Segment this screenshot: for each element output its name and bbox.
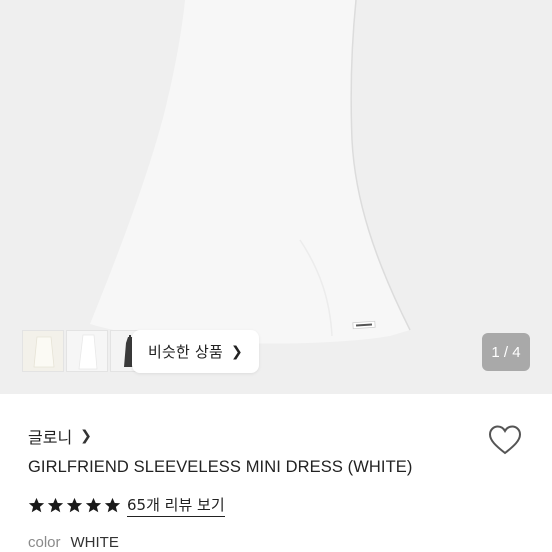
color-value: WHITE [70, 534, 119, 551]
color-row: color WHITE [28, 534, 119, 551]
product-title: GIRLFRIEND SLEEVELESS MINI DRESS (WHITE) [28, 458, 413, 476]
similar-products-button[interactable]: 비슷한 상품 ❯ [132, 330, 259, 373]
star-rating [28, 497, 121, 514]
color-label: color [28, 534, 61, 551]
chevron-right-icon: ❯ [231, 343, 243, 360]
star-icon [85, 497, 102, 513]
heart-icon[interactable] [488, 424, 522, 456]
rating-row: 65개 리뷰 보기 [28, 494, 225, 517]
image-pager: 1 / 4 [482, 333, 530, 371]
brand-name: 글로니 [28, 428, 73, 447]
thumbnail-1[interactable] [22, 330, 64, 372]
product-image-gallery[interactable]: 비슷한 상품 ❯ 1 / 4 [0, 0, 552, 394]
brand-link[interactable]: 글로니 ❯ [28, 424, 92, 448]
star-icon [66, 497, 83, 513]
similar-products-label: 비슷한 상품 [148, 343, 224, 361]
chevron-right-icon: ❯ [80, 428, 92, 444]
star-icon [28, 497, 45, 513]
thumbnail-2[interactable] [66, 330, 108, 372]
star-icon [47, 497, 64, 513]
star-icon [104, 497, 121, 513]
review-link[interactable]: 65개 리뷰 보기 [127, 494, 225, 517]
